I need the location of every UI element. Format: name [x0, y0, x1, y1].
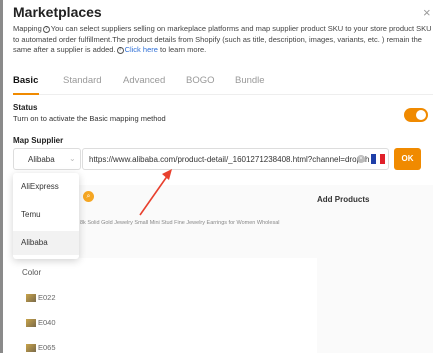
chevron-down-icon: ⌄ [69, 154, 76, 163]
variant-label: E022 [38, 293, 56, 302]
status-description: Turn on to activate the Basic mapping me… [13, 114, 166, 123]
variant-label: E065 [38, 343, 56, 352]
supplier-dropdown-menu: AliExpress Temu Alibaba [13, 173, 79, 259]
add-products-panel [317, 185, 433, 353]
close-icon[interactable]: × [423, 6, 431, 19]
learn-more-link[interactable]: Click here [125, 45, 158, 54]
description-suffix: to learn more. [157, 45, 207, 54]
variant-thumbnail [26, 293, 36, 302]
variant-section [13, 258, 317, 353]
tab-advanced[interactable]: Advanced [123, 75, 165, 86]
clear-icon[interactable]: × [357, 155, 365, 163]
variant-option[interactable]: E065 [26, 343, 56, 352]
marketplaces-modal: Marketplaces × Mapping? You can select su… [0, 0, 441, 353]
supplier-url-value: https://www.alibaba.com/product-detail/_… [89, 155, 370, 164]
description-prefix: Mapping [13, 24, 42, 33]
map-supplier-heading: Map Supplier [13, 136, 64, 145]
description-body: You can select suppliers selling on mark… [13, 24, 432, 54]
supplier-product-title: 8k Solid Gold Jewelry Small Mini Stud Fi… [80, 220, 280, 226]
variant-label: E040 [38, 318, 56, 327]
mapping-description: Mapping? You can select suppliers selling… [13, 24, 433, 56]
tab-bogo[interactable]: BOGO [186, 75, 215, 86]
arrow-head [162, 169, 172, 180]
tab-basic[interactable]: Basic [13, 75, 38, 86]
variant-thumbnail [26, 343, 36, 352]
supplier-select[interactable]: Alibaba ⌄ [13, 148, 81, 170]
active-tab-indicator [13, 93, 39, 95]
tab-bundle[interactable]: Bundle [235, 75, 265, 86]
status-toggle[interactable] [404, 108, 428, 122]
window-edge [0, 0, 3, 353]
question-circle-icon: ? [42, 26, 50, 33]
status-heading: Status [13, 103, 38, 112]
add-products-label: Add Products [317, 195, 370, 204]
variant-option[interactable]: E022 [26, 293, 56, 302]
mapping-tabs: Basic Standard Advanced BOGO Bundle [13, 75, 433, 95]
supplier-url-input[interactable]: https://www.alibaba.com/product-detail/_… [82, 148, 389, 170]
ok-button[interactable]: OK [394, 148, 421, 170]
variant-option[interactable]: E040 [26, 318, 56, 327]
modal-title: Marketplaces [13, 4, 102, 20]
tab-standard[interactable]: Standard [63, 75, 102, 86]
supplier-select-value: Alibaba [28, 155, 55, 164]
dropdown-option-temu[interactable]: Temu [13, 203, 79, 227]
variant-thumbnail [26, 318, 36, 327]
toggle-knob [416, 110, 426, 120]
search-icon[interactable]: ⌕ [83, 191, 94, 202]
french-flag-icon[interactable] [371, 154, 386, 164]
dropdown-option-aliexpress[interactable]: AliExpress [13, 175, 79, 199]
variant-color-label: Color [22, 268, 42, 277]
question-circle-icon: ? [116, 47, 124, 54]
dropdown-option-alibaba[interactable]: Alibaba [13, 231, 79, 255]
